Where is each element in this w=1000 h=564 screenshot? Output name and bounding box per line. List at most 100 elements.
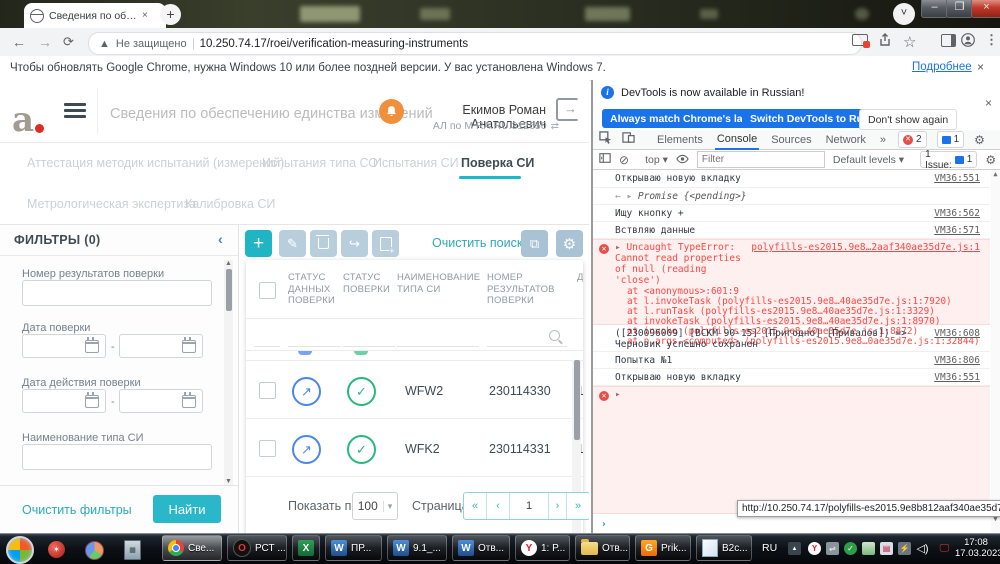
- tray-power-icon[interactable]: ⚡: [898, 542, 911, 555]
- console-log-row[interactable]: Ищу кнопку +VM36:562: [593, 205, 990, 222]
- dont-show-again-button[interactable]: Don't show again: [859, 109, 957, 130]
- scroll-down-icon[interactable]: ▼: [224, 478, 233, 485]
- tray-expand-icon[interactable]: ▲: [788, 542, 801, 555]
- grid-settings-button[interactable]: ⚙: [556, 230, 583, 257]
- address-bar[interactable]: ▲ Не защищено 10.250.74.17/roei/verifica…: [88, 32, 862, 55]
- console-error-row[interactable]: ✕ ▸: [593, 386, 990, 514]
- filters-scrollbar[interactable]: ▲ ▼: [224, 260, 233, 485]
- console-error-row[interactable]: ✕ ▸ Uncaught TypeError: Cannot read prop…: [593, 239, 990, 325]
- find-button[interactable]: Найти: [153, 495, 221, 523]
- inspect-element-icon[interactable]: [599, 131, 612, 149]
- table-row[interactable]: ↗ ✓ WFW2 230114330 1: [246, 361, 583, 418]
- devtools-settings-icon[interactable]: ⚙: [974, 133, 985, 147]
- taskbar-notepad-window[interactable]: B2c...: [696, 535, 752, 561]
- table-vscroll-thumb[interactable]: [574, 360, 580, 440]
- console-log-row[interactable]: ([230096009] [ВСКМ 90-15] [Пригодно] [Пр…: [593, 325, 990, 352]
- add-record-button[interactable]: +: [245, 230, 272, 257]
- forward-button[interactable]: →: [38, 34, 52, 50]
- tray-usb-icon[interactable]: ⇌: [826, 542, 839, 555]
- console-result-row[interactable]: ← ▸ Promise {<pending>}: [593, 188, 990, 205]
- tab-elements[interactable]: Elements: [655, 130, 705, 149]
- edit-record-button[interactable]: ✎: [279, 230, 306, 257]
- error-count-badge[interactable]: ✕2: [898, 131, 927, 148]
- console-log-area[interactable]: Открываю новую вкладкуVM36:551 ← ▸ Promi…: [593, 170, 1000, 533]
- quicklaunch-app-icon[interactable]: ✶: [48, 541, 65, 558]
- frame-context-select[interactable]: top ▾: [645, 154, 668, 166]
- taskbar-word-window-1[interactable]: W ПР...: [325, 535, 382, 561]
- tab-sources[interactable]: Sources: [769, 130, 813, 149]
- scroll-up-icon[interactable]: ▲: [224, 260, 233, 267]
- search-cell[interactable]: [343, 322, 395, 347]
- col-header-verif-status[interactable]: СТАТУС ПОВЕРКИ: [343, 272, 395, 295]
- column-search-icon[interactable]: [549, 330, 560, 341]
- tray-leaf-icon[interactable]: [862, 542, 875, 555]
- source-link[interactable]: VM36:551: [934, 372, 980, 383]
- menu-hamburger-icon[interactable]: [64, 100, 86, 121]
- filters-scroll-thumb[interactable]: [226, 269, 232, 311]
- paint-icon[interactable]: [85, 541, 104, 560]
- console-filter-input[interactable]: [697, 151, 825, 168]
- logout-icon[interactable]: →: [556, 98, 579, 121]
- pager-next-button[interactable]: ›: [549, 493, 567, 519]
- taskbar-pdf-window[interactable]: G Prik...: [635, 535, 691, 561]
- notice-more-link[interactable]: Подробнее: [912, 61, 972, 73]
- filter-valid-from[interactable]: [22, 389, 106, 413]
- side-panel-icon[interactable]: [941, 34, 956, 47]
- window-close-button[interactable]: ×: [971, 0, 1000, 18]
- console-prompt[interactable]: ›: [601, 519, 607, 530]
- taskbar-chrome-window[interactable]: Све...: [162, 535, 222, 561]
- tab-network[interactable]: Network: [824, 130, 868, 149]
- window-restore-button[interactable]: ❐: [946, 0, 973, 18]
- taskbar-excel-window[interactable]: X: [292, 535, 320, 561]
- bookmark-star-icon[interactable]: ☆: [903, 33, 916, 51]
- banner-close-icon[interactable]: ×: [985, 96, 992, 110]
- table-row[interactable]: ↗ ✓ WFK2 230114331 1: [246, 419, 583, 476]
- taskbar-yandex-window[interactable]: Y 1: Р...: [515, 535, 570, 561]
- tray-yandex-icon[interactable]: Y: [808, 542, 821, 555]
- not-secure-warning-icon[interactable]: ▲: [99, 38, 110, 50]
- calendar-icon[interactable]: [182, 395, 196, 408]
- expand-triangle-icon[interactable]: ▸: [615, 389, 621, 400]
- source-link[interactable]: polyfills-es2015.9e8…2aaf340ae35d7e.js:1: [751, 242, 980, 253]
- clear-console-icon[interactable]: ⊘: [619, 153, 629, 167]
- tab-close-icon[interactable]: ×: [142, 10, 148, 21]
- notifications-bell-icon[interactable]: [379, 99, 404, 124]
- scroll-up-icon[interactable]: ▲: [991, 170, 1000, 178]
- devtools-menu-icon[interactable]: ⋮: [995, 130, 1000, 150]
- pager-last-button[interactable]: »: [567, 493, 589, 519]
- volume-icon[interactable]: ◁): [916, 542, 929, 555]
- notice-close-icon[interactable]: ×: [977, 60, 984, 74]
- share-icon[interactable]: [878, 33, 892, 50]
- tray-clock[interactable]: 17:08 17.03.2023: [955, 537, 997, 559]
- filter-date-to[interactable]: [119, 334, 203, 358]
- row-checkbox[interactable]: [259, 382, 276, 399]
- not-secure-label[interactable]: Не защищено: [116, 38, 187, 50]
- start-button[interactable]: [6, 536, 34, 564]
- source-link[interactable]: VM36:571: [934, 225, 980, 236]
- filter-input-type-name[interactable]: [22, 444, 212, 470]
- clear-search-link[interactable]: Очистить поиск: [432, 236, 522, 250]
- console-log-row[interactable]: Открываю новую вкладкуVM36:551: [593, 170, 990, 188]
- col-header-number[interactable]: НОМЕР РЕЗУЛЬТАТОВ ПОВЕРКИ: [487, 272, 567, 307]
- delete-record-button[interactable]: [310, 230, 337, 257]
- console-scrollbar[interactable]: ▲ ▼: [991, 170, 1000, 533]
- tab-search-chevron-icon[interactable]: ˅: [893, 3, 915, 25]
- taskbar-folder-window[interactable]: Отв...: [575, 535, 630, 561]
- memory-saver-icon[interactable]: [852, 33, 868, 51]
- filters-collapse-icon[interactable]: ‹: [218, 231, 223, 247]
- tray-shield-icon[interactable]: ✓: [844, 542, 857, 555]
- nav-tab-tests-so[interactable]: Испытания типа СО: [262, 156, 378, 170]
- col-header-type-name[interactable]: НАИМЕНОВАНИЕ ТИПА СИ: [397, 272, 479, 295]
- clear-filters-link[interactable]: Очистить фильтры: [22, 503, 132, 517]
- tab-console[interactable]: Console: [715, 129, 759, 150]
- nav-tab-metrology[interactable]: Метрологическая экспертиза: [27, 197, 196, 211]
- browser-tab[interactable]: Сведения по обеспечению еди ×: [24, 3, 166, 28]
- filter-valid-to[interactable]: [119, 389, 203, 413]
- source-link[interactable]: VM36:608: [934, 328, 980, 339]
- filter-input-number[interactable]: [22, 280, 212, 306]
- address-url[interactable]: 10.250.74.17/roei/verification-measuring…: [200, 38, 468, 50]
- per-page-select[interactable]: 100 ▾: [352, 492, 398, 520]
- search-cell[interactable]: [254, 322, 280, 347]
- network-disconnected-icon[interactable]: 🖵: [938, 542, 951, 555]
- calendar-icon[interactable]: [182, 340, 196, 353]
